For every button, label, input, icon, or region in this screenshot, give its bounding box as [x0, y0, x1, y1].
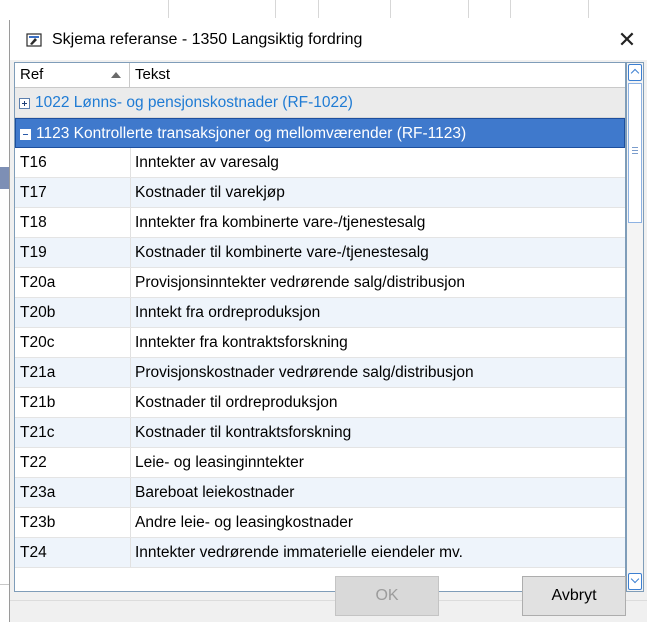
grip-icon	[632, 153, 638, 154]
text-cell: Inntekter fra kontraktsforskning	[135, 334, 348, 351]
ref-cell: T22	[20, 454, 47, 471]
group-row-rf-1022[interactable]: 1022 Lønns- og pensjonskostnader (RF-102…	[15, 88, 625, 118]
background-app-strip	[0, 0, 647, 18]
table-row[interactable]: T19 Kostnader til kombinerte vare-/tjenes…	[15, 238, 625, 268]
ref-cell: T20b	[20, 304, 56, 321]
ref-cell: T20c	[20, 334, 55, 351]
grid-body: 1022 Lønns- og pensjonskostnader (RF-102…	[15, 88, 625, 568]
ref-cell: T21a	[20, 364, 56, 381]
group-label: 1022 Lønns- og pensjonskostnader (RF-102…	[35, 94, 353, 111]
table-row[interactable]: T16 Inntekter av varesalg	[15, 148, 625, 178]
ref-cell: T23b	[20, 514, 56, 531]
close-button[interactable]: ✕	[611, 24, 643, 56]
ref-cell: T21c	[20, 424, 55, 441]
table-row[interactable]: T23b Andre leie- og leasingkostnader	[15, 508, 625, 538]
table-row[interactable]: T20c Inntekter fra kontraktsforskning	[15, 328, 625, 358]
form-icon	[26, 33, 42, 47]
table-row[interactable]: T22 Leie- og leasinginntekter	[15, 448, 625, 478]
ref-cell: T19	[20, 244, 47, 261]
group-rows: T16 Inntekter av varesalg T17 Kostnader ti…	[15, 148, 625, 568]
text-cell: Inntekter av varesalg	[135, 154, 279, 171]
ref-cell: T16	[20, 154, 47, 171]
close-icon: ✕	[617, 27, 637, 52]
table-row[interactable]: T20b Inntekt fra ordreproduksjon	[15, 298, 625, 328]
text-cell: Kostnader til kombinerte vare-/tjenestes…	[135, 244, 429, 261]
ref-cell: T23a	[20, 484, 56, 501]
text-cell: Inntekt fra ordreproduksjon	[135, 304, 321, 321]
table-row[interactable]: T24 Inntekter vedrørende immaterielle eie…	[15, 538, 625, 568]
table-row[interactable]: T23a Bareboat leiekostnader	[15, 478, 625, 508]
title-bar[interactable]: Skjema referanse - 1350 Langsiktig fordr…	[10, 20, 647, 60]
ref-cell: T20a	[20, 274, 56, 291]
table-row[interactable]: T21c Kostnader til kontraktsforskning	[15, 418, 625, 448]
grip-icon	[632, 147, 638, 148]
column-header-text[interactable]: Tekst	[130, 63, 625, 87]
reference-grid[interactable]: Ref Tekst 1022 Lønns- og pensjonskostnad…	[14, 62, 626, 592]
table-row[interactable]: T18 Inntekter fra kombinerte vare-/tjenes…	[15, 208, 625, 238]
vertical-scrollbar[interactable]	[626, 62, 644, 592]
ref-cell: T21b	[20, 394, 56, 411]
ref-cell: T18	[20, 214, 47, 231]
table-row[interactable]: T17 Kostnader til varekjøp	[15, 178, 625, 208]
table-row[interactable]: T20a Provisjonsinntekter vedrørende salg/…	[15, 268, 625, 298]
expand-plus-icon[interactable]	[19, 98, 30, 109]
column-header-ref-label: Ref	[20, 66, 44, 83]
table-row[interactable]: T21a Provisjonskostnader vedrørende salg/…	[15, 358, 625, 388]
column-header-text-label: Tekst	[135, 66, 171, 83]
ref-cell: T24	[20, 544, 47, 561]
ok-button[interactable]: OK	[335, 576, 439, 616]
scrollbar-thumb[interactable]	[628, 83, 642, 223]
grid-header: Ref Tekst	[15, 63, 625, 88]
background-row-marker	[0, 167, 9, 189]
schema-reference-dialog: Skjema referanse - 1350 Langsiktig fordr…	[9, 20, 647, 622]
text-cell: Bareboat leiekostnader	[135, 484, 295, 501]
background-divider	[0, 584, 9, 585]
text-cell: Provisjonskostnader vedrørende salg/dist…	[135, 364, 474, 381]
collapse-minus-icon[interactable]	[20, 129, 31, 140]
text-cell: Kostnader til kontraktsforskning	[135, 424, 352, 441]
column-header-ref[interactable]: Ref	[15, 63, 130, 87]
sort-ascending-icon	[111, 72, 121, 78]
ref-cell: T17	[20, 184, 47, 201]
group-row-rf-1123[interactable]: 1123 Kontrollerte transaksjoner og mello…	[15, 118, 625, 148]
scroll-up-button[interactable]	[628, 64, 642, 81]
text-cell: Andre leie- og leasingkostnader	[135, 514, 353, 531]
text-cell: Kostnader til varekjøp	[135, 184, 285, 201]
text-cell: Inntekter vedrørende immaterielle eiende…	[135, 544, 463, 561]
grip-icon	[632, 150, 638, 151]
dialog-title: Skjema referanse - 1350 Langsiktig fordr…	[52, 31, 363, 48]
cancel-button[interactable]: Avbryt	[522, 576, 626, 616]
text-cell: Inntekter fra kombinerte vare-/tjenestes…	[135, 214, 426, 231]
group-label: 1123 Kontrollerte transaksjoner og mello…	[36, 125, 467, 142]
scroll-down-button[interactable]	[628, 573, 642, 590]
text-cell: Leie- og leasinginntekter	[135, 454, 304, 471]
text-cell: Kostnader til ordreproduksjon	[135, 394, 338, 411]
table-row[interactable]: T21b Kostnader til ordreproduksjon	[15, 388, 625, 418]
text-cell: Provisjonsinntekter vedrørende salg/dist…	[135, 274, 465, 291]
